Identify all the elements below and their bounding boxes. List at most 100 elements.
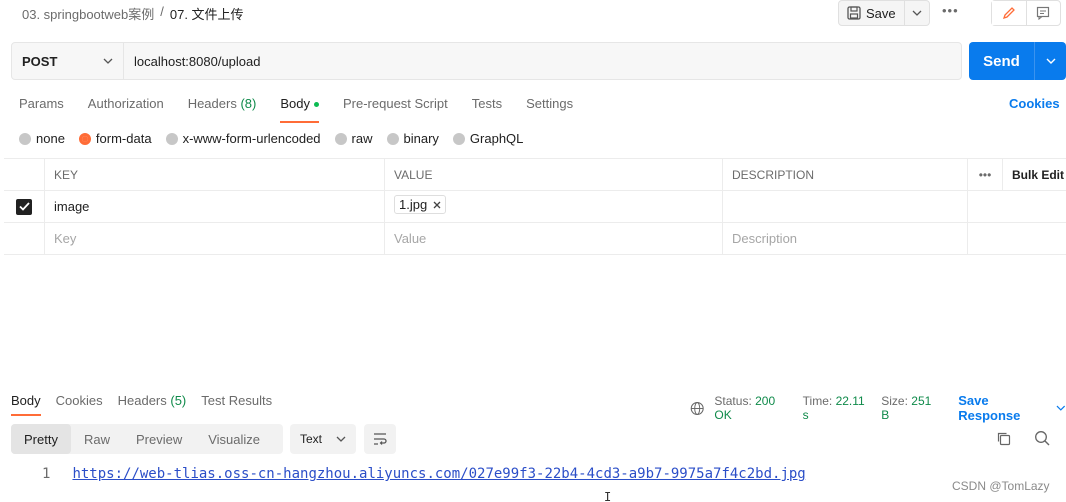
save-options-button[interactable]	[905, 1, 929, 25]
tab-authorization[interactable]: Authorization	[88, 96, 164, 120]
watermark: CSDN @TomLazy	[952, 479, 1050, 493]
copy-icon[interactable]	[996, 431, 1011, 446]
view-visualize[interactable]: Visualize	[195, 424, 273, 454]
radio-circle	[19, 132, 31, 145]
view-preview[interactable]: Preview	[123, 424, 195, 454]
radio-label: binary	[403, 131, 439, 146]
chevron-down-icon	[912, 10, 922, 16]
method-label: POST	[22, 53, 58, 69]
method-select[interactable]: POST	[12, 43, 124, 79]
table-header-row: KEY VALUE DESCRIPTION ••• Bulk Edit	[4, 159, 1066, 191]
form-data-table: KEY VALUE DESCRIPTION ••• Bulk Edit imag…	[4, 158, 1066, 255]
request-tabs: Params Authorization Headers (8) Body Pr…	[19, 96, 573, 123]
response-meta: Status: 200 OK Time: 22.11 s Size: 251 B…	[690, 393, 1066, 423]
size-label: Size:	[881, 394, 908, 408]
response-body: 1 https://web-tlias.oss-cn-hangzhou.aliy…	[42, 466, 806, 482]
row-key-input[interactable]: image	[45, 191, 385, 222]
row-description-input[interactable]	[723, 191, 968, 222]
tab-prerequest-script[interactable]: Pre-request Script	[343, 96, 448, 120]
save-button[interactable]: Save	[839, 1, 905, 25]
view-pretty[interactable]: Pretty	[11, 424, 71, 454]
new-description-input[interactable]: Description	[723, 223, 968, 254]
new-key-input[interactable]: Key	[45, 223, 385, 254]
table-row: image 1.jpg	[4, 191, 1066, 223]
close-icon[interactable]	[433, 201, 441, 209]
chevron-down-icon	[1046, 58, 1055, 64]
response-tab-headers[interactable]: Headers (5)	[118, 393, 187, 414]
radio-binary[interactable]: binary	[386, 131, 439, 146]
text-cursor-icon: I	[604, 490, 612, 502]
row-checkbox-cell	[4, 223, 45, 254]
cookies-link[interactable]: Cookies	[1009, 96, 1060, 111]
radio-circle	[386, 132, 399, 145]
save-response-button[interactable]: Save Response	[958, 393, 1066, 423]
breadcrumb: 03. springbootweb案例 / 07. 文件上传	[22, 4, 244, 23]
radio-label: GraphQL	[469, 131, 524, 146]
pencil-icon	[1002, 7, 1015, 20]
chevron-down-icon	[336, 436, 346, 442]
request-url-bar: POST localhost:8080/upload	[11, 42, 962, 80]
comment-icon	[1037, 6, 1050, 20]
radio-graphql[interactable]: GraphQL	[452, 131, 524, 146]
radio-raw[interactable]: raw	[334, 131, 373, 146]
chevron-down-icon	[1056, 405, 1066, 411]
radio-circle	[334, 132, 347, 145]
edit-toggle[interactable]	[992, 1, 1027, 25]
comments-toggle[interactable]	[1027, 1, 1061, 25]
size-info[interactable]: Size: 251 B	[881, 394, 940, 422]
breadcrumb-request[interactable]: 07. 文件上传	[170, 4, 244, 23]
url-input[interactable]: localhost:8080/upload	[124, 43, 961, 79]
row-spacer	[968, 191, 1003, 222]
radio-form-data[interactable]: form-data	[78, 131, 152, 146]
send-button[interactable]: Send	[969, 42, 1035, 80]
status-info[interactable]: Status: 200 OK	[714, 394, 792, 422]
send-group: Send	[969, 42, 1066, 80]
row-spacer	[968, 223, 1003, 254]
radio-label: none	[36, 131, 65, 146]
tab-settings[interactable]: Settings	[526, 96, 573, 120]
table-options-button[interactable]: •••	[968, 159, 1003, 190]
new-value-input[interactable]: Value	[385, 223, 723, 254]
column-header-value: VALUE	[385, 159, 723, 190]
tab-headers[interactable]: Headers (8)	[188, 96, 257, 120]
bulk-edit-button[interactable]: Bulk Edit	[1003, 159, 1066, 190]
tab-tests[interactable]: Tests	[472, 96, 502, 120]
radio-circle	[452, 132, 465, 145]
row-checkbox-cell	[4, 191, 45, 222]
breadcrumb-separator: /	[160, 4, 164, 19]
response-tab-body[interactable]: Body	[11, 393, 41, 416]
breadcrumb-collection[interactable]: 03. springbootweb案例	[22, 4, 154, 23]
tab-body-label: Body	[280, 96, 310, 111]
row-value-cell[interactable]: 1.jpg	[385, 191, 723, 222]
send-options-button[interactable]	[1035, 42, 1066, 80]
save-label: Save	[866, 5, 896, 21]
wrap-lines-icon	[374, 433, 387, 445]
tab-params[interactable]: Params	[19, 96, 64, 120]
response-tab-test-results[interactable]: Test Results	[201, 393, 272, 414]
view-raw[interactable]: Raw	[71, 424, 123, 454]
time-info[interactable]: Time: 22.11 s	[803, 394, 872, 422]
radio-circle	[165, 132, 178, 145]
globe-icon[interactable]	[690, 401, 704, 416]
radio-none[interactable]: none	[19, 131, 65, 146]
checkmark-icon	[18, 202, 30, 211]
radio-label: raw	[351, 131, 373, 146]
response-headers-count: (5)	[170, 393, 187, 408]
radio-urlencoded[interactable]: x-www-form-urlencoded	[165, 131, 321, 146]
response-tab-cookies[interactable]: Cookies	[56, 393, 103, 414]
more-options-button[interactable]: •••	[942, 3, 959, 18]
tab-body[interactable]: Body	[280, 96, 319, 123]
chevron-down-icon	[103, 58, 113, 64]
format-select[interactable]: Text	[290, 424, 356, 454]
row-checkbox[interactable]	[16, 198, 32, 215]
format-label: Text	[300, 432, 323, 446]
headers-count-badge: (8)	[240, 96, 257, 111]
wrap-lines-button[interactable]	[364, 424, 396, 454]
radio-label: x-www-form-urlencoded	[182, 131, 321, 146]
header-checkbox-cell	[4, 159, 45, 190]
save-icon	[847, 6, 861, 20]
response-url-link[interactable]: https://web-tlias.oss-cn-hangzhou.aliyun…	[72, 466, 805, 482]
search-icon[interactable]	[1034, 430, 1050, 446]
right-panel-toggles	[991, 0, 1061, 26]
file-name: 1.jpg	[399, 197, 428, 212]
